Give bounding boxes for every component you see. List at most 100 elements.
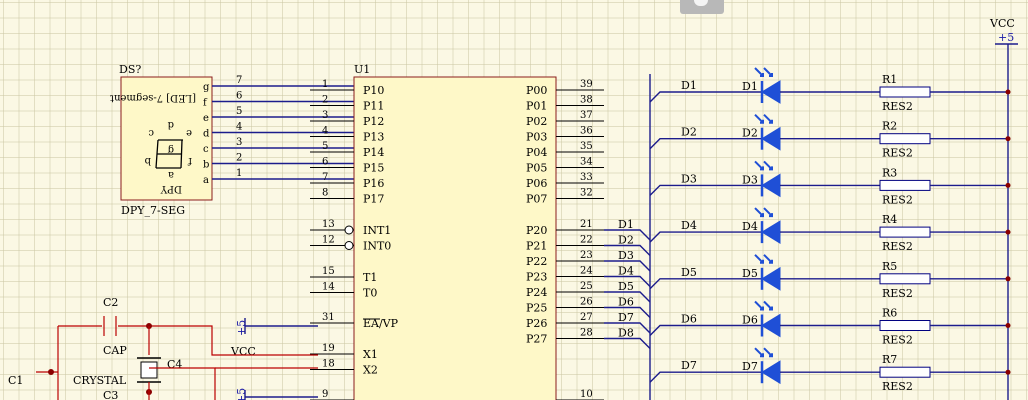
resistor-part: RES2 xyxy=(882,287,913,300)
mcu-pin-name: P00 xyxy=(526,84,547,97)
p2-bus-entry xyxy=(604,337,651,349)
resistor-part: RES2 xyxy=(882,193,913,206)
c1-ref: C1 xyxy=(8,374,23,387)
p2-net-label: D5 xyxy=(618,280,634,293)
mcu-pin-number: 35 xyxy=(580,141,593,152)
vcc-value: +5 xyxy=(998,31,1014,44)
mcu-pin-number: 12 xyxy=(322,235,335,246)
resistor-part: RES2 xyxy=(882,380,913,393)
display-pin-label: a xyxy=(203,175,209,186)
schematic-canvas[interactable]: VCC +5 DS? DPY_7-SEG g7f6e5d4c3b2a1 [LED… xyxy=(0,0,1028,400)
resistor-ref: R3 xyxy=(882,166,897,179)
led-net-label: D1 xyxy=(681,79,697,92)
mcu-pin-number: 21 xyxy=(580,219,593,230)
mcu-pin-number: 33 xyxy=(580,172,593,183)
mcu-pin-name: T0 xyxy=(363,287,377,300)
schematic: VCC +5 DS? DPY_7-SEG g7f6e5d4c3b2a1 [LED… xyxy=(8,17,1018,400)
led-light-arrows xyxy=(754,254,773,264)
seven-segment-display: DS? DPY_7-SEG g7f6e5d4c3b2a1 [LED] 7-seg… xyxy=(110,63,354,217)
mcu-pin-name: P01 xyxy=(526,100,547,113)
led-triangle xyxy=(761,313,781,338)
c2-part: CAP xyxy=(103,344,127,357)
display-ref: DS? xyxy=(119,63,141,76)
seg-label-dpy: DPY xyxy=(160,183,182,194)
led-net-label: D2 xyxy=(681,126,697,139)
mcu-pin-name: P26 xyxy=(526,317,547,330)
mcu-pin-number: 28 xyxy=(580,328,593,339)
led-ref: D4 xyxy=(742,220,758,233)
led-ref: D6 xyxy=(742,314,758,327)
resistor-body xyxy=(879,179,931,191)
mcu-pin-number: 32 xyxy=(580,188,593,199)
display-pin-label: b xyxy=(203,160,209,171)
led-bus-entry xyxy=(649,138,762,150)
display-pin-label: g xyxy=(203,82,210,93)
led-light-arrows xyxy=(754,113,773,124)
mcu-pin-number: 2 xyxy=(322,95,328,106)
resistor-body xyxy=(879,320,931,331)
led-light-arrows xyxy=(754,67,773,77)
bottom-power-value: +5 xyxy=(235,388,248,400)
vcc-power-port: VCC +5 xyxy=(989,17,1018,400)
resistor-ref: R2 xyxy=(882,120,897,133)
resistor-body xyxy=(879,366,931,378)
mcu-pin-name: P14 xyxy=(363,146,384,159)
led-triangle xyxy=(761,80,781,104)
mcu-pin-name: P03 xyxy=(526,131,547,144)
mcu-pin-number: 15 xyxy=(322,266,335,277)
mcu-pin-number: 14 xyxy=(322,282,335,293)
resistor-part: RES2 xyxy=(882,100,913,113)
mcu-pin-number: 13 xyxy=(322,219,335,230)
mcu-pin-name: P22 xyxy=(526,255,547,268)
mcu-pin-name: P02 xyxy=(526,115,547,128)
mcu-pin-name: P16 xyxy=(363,177,384,190)
led-bus-entry xyxy=(649,278,762,290)
led-ref: D1 xyxy=(742,80,758,93)
vcc-junction xyxy=(1005,89,1011,95)
mcu-pin-name: INT1 xyxy=(363,224,391,237)
resistor-ref: R6 xyxy=(882,307,897,320)
p2-net-label: D4 xyxy=(618,265,634,278)
resistor-ref: R5 xyxy=(882,260,897,273)
mcu-pin-name: P25 xyxy=(526,302,547,315)
junction-c1 xyxy=(48,369,54,375)
mcu-pin-name: P06 xyxy=(526,177,547,190)
seg-label-d: d xyxy=(167,119,174,130)
led-triangle xyxy=(761,220,781,244)
resistor-body xyxy=(879,133,931,145)
seg-label-g: g xyxy=(167,144,174,155)
led-bus-entry xyxy=(649,91,762,103)
mcu-pin-name: P27 xyxy=(526,333,547,346)
led-net-label: D6 xyxy=(681,313,697,326)
led-net-label: D7 xyxy=(681,359,697,372)
display-pin-label: d xyxy=(203,129,210,140)
crystal-label: CRYSTAL xyxy=(73,374,127,387)
mcu-pin-number: 37 xyxy=(580,110,593,121)
vcc-junction xyxy=(1005,323,1011,328)
resistor-ref: R7 xyxy=(882,353,897,366)
mcu-pin-number: 9 xyxy=(322,389,328,400)
mcu-pin-name: P15 xyxy=(363,162,384,175)
led-triangle xyxy=(761,360,781,385)
p2-net-label: D7 xyxy=(618,311,634,324)
mcu-pin-number: 4 xyxy=(322,126,328,137)
vcc-junction xyxy=(1005,136,1011,142)
display-pin-number: 1 xyxy=(236,168,242,179)
mcu-pin-name: P12 xyxy=(363,115,384,128)
mcu-pin-name: P05 xyxy=(526,162,547,175)
led-row: D6 D6 R6 RES2 xyxy=(649,300,1011,347)
led-net-label: D5 xyxy=(681,266,697,279)
seg-label-c: c xyxy=(148,127,154,138)
led-ref: D5 xyxy=(742,267,758,280)
p2-net-label: D2 xyxy=(618,234,634,247)
vcc-junction xyxy=(1005,182,1011,188)
led-row: D4 D4 R4 RES2 xyxy=(649,207,1011,253)
mcu-pin-number: 31 xyxy=(322,312,335,323)
led-bus-entry xyxy=(649,371,762,383)
display-pin-label: c xyxy=(203,144,209,155)
mcu-pin-name: P17 xyxy=(363,193,384,206)
crystal-bottom-wire xyxy=(148,367,216,400)
mcu-pin-number: 25 xyxy=(580,281,593,292)
seg-label-b: b xyxy=(145,155,151,166)
vcc-name: VCC xyxy=(989,17,1015,30)
